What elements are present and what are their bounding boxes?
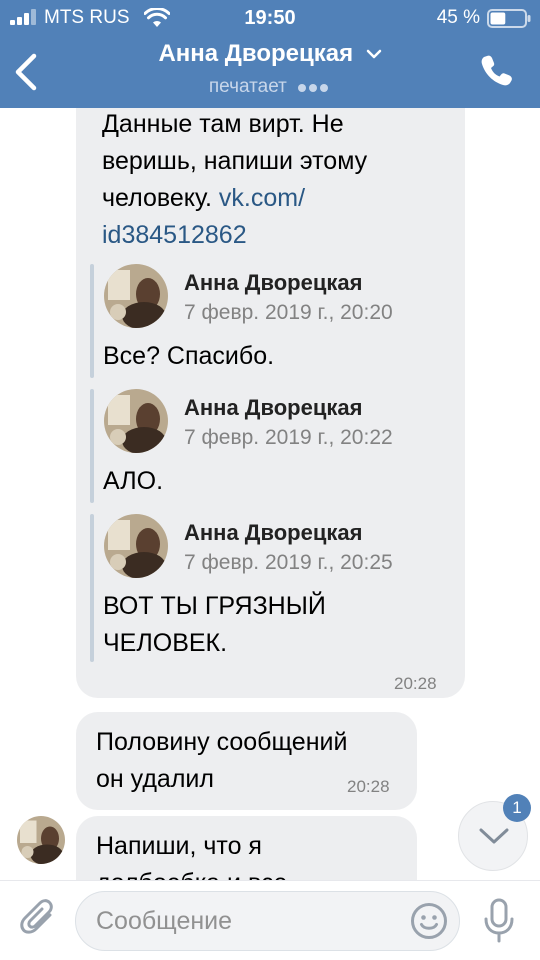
message-time: 20:28 (394, 674, 437, 693)
contact-name: Анна Дворецкая (158, 40, 354, 67)
avatar[interactable] (17, 816, 65, 864)
typing-dots-icon (298, 76, 331, 98)
avatar-photo (104, 389, 168, 453)
message-input-box[interactable] (75, 891, 460, 951)
typing-indicator: печатает (100, 76, 440, 98)
forwarded-author: Анна Дворецкая (184, 520, 363, 545)
typing-status-text: печатает (208, 76, 287, 98)
conversation-title[interactable]: Анна Дворецкая (100, 40, 440, 68)
forwarded-quote-line (90, 264, 94, 378)
status-bar: MTS RUS 19:50 45 % (0, 0, 540, 36)
phone-icon[interactable] (480, 53, 514, 87)
avatar[interactable] (104, 389, 168, 453)
forwarded-quote-line (90, 514, 94, 662)
forwarded-date: 7 февр. 2019 г., 20:20 (184, 301, 393, 324)
chevron-down-icon (366, 49, 381, 59)
app-header: MTS RUS 19:50 45 % Анна Дворецкая печата… (0, 0, 540, 108)
forwarded-author: Анна Дворецкая (184, 395, 363, 420)
forwarded-text: Все? Спасибо. (103, 342, 275, 370)
message-list[interactable]: Данные там вирт. Не веришь, напиши этому… (0, 108, 540, 880)
microphone-icon[interactable] (482, 898, 516, 944)
forwarded-date: 7 февр. 2019 г., 20:25 (184, 551, 393, 574)
avatar-photo (104, 514, 168, 578)
battery-percent: 45 % (436, 7, 480, 28)
forwarded-text: ВОТ ТЫ ГРЯЗНЫЙ ЧЕЛОВЕК. (103, 592, 326, 657)
forwarded-date: 7 февр. 2019 г., 20:22 (184, 426, 393, 449)
message-time: 20:28 (347, 777, 390, 796)
avatar[interactable] (104, 264, 168, 328)
avatar-photo (17, 816, 65, 864)
battery-icon (487, 9, 531, 28)
profile-link-id[interactable]: id384512862 (102, 217, 452, 254)
message-text: Данные там вирт. Не веришь, напиши этому… (102, 108, 452, 254)
chat-screen: MTS RUS 19:50 45 % Анна Дворецкая печата… (0, 0, 540, 960)
forwarded-author: Анна Дворецкая (184, 270, 363, 295)
chevron-down-icon (479, 828, 509, 844)
forwarded-text: АЛО. (103, 467, 164, 495)
unread-count-badge: 1 (503, 794, 531, 822)
message-text: Напиши, что я долбоебка и все (96, 832, 287, 880)
message-composer (0, 880, 540, 960)
message-input[interactable] (96, 892, 396, 950)
back-arrow-icon[interactable] (10, 52, 42, 92)
avatar[interactable] (104, 514, 168, 578)
avatar-photo (104, 264, 168, 328)
forwarded-quote-line (90, 389, 94, 503)
profile-link[interactable]: vk.com/ (219, 184, 305, 212)
smile-icon[interactable] (410, 902, 448, 940)
paperclip-icon[interactable] (20, 899, 56, 939)
